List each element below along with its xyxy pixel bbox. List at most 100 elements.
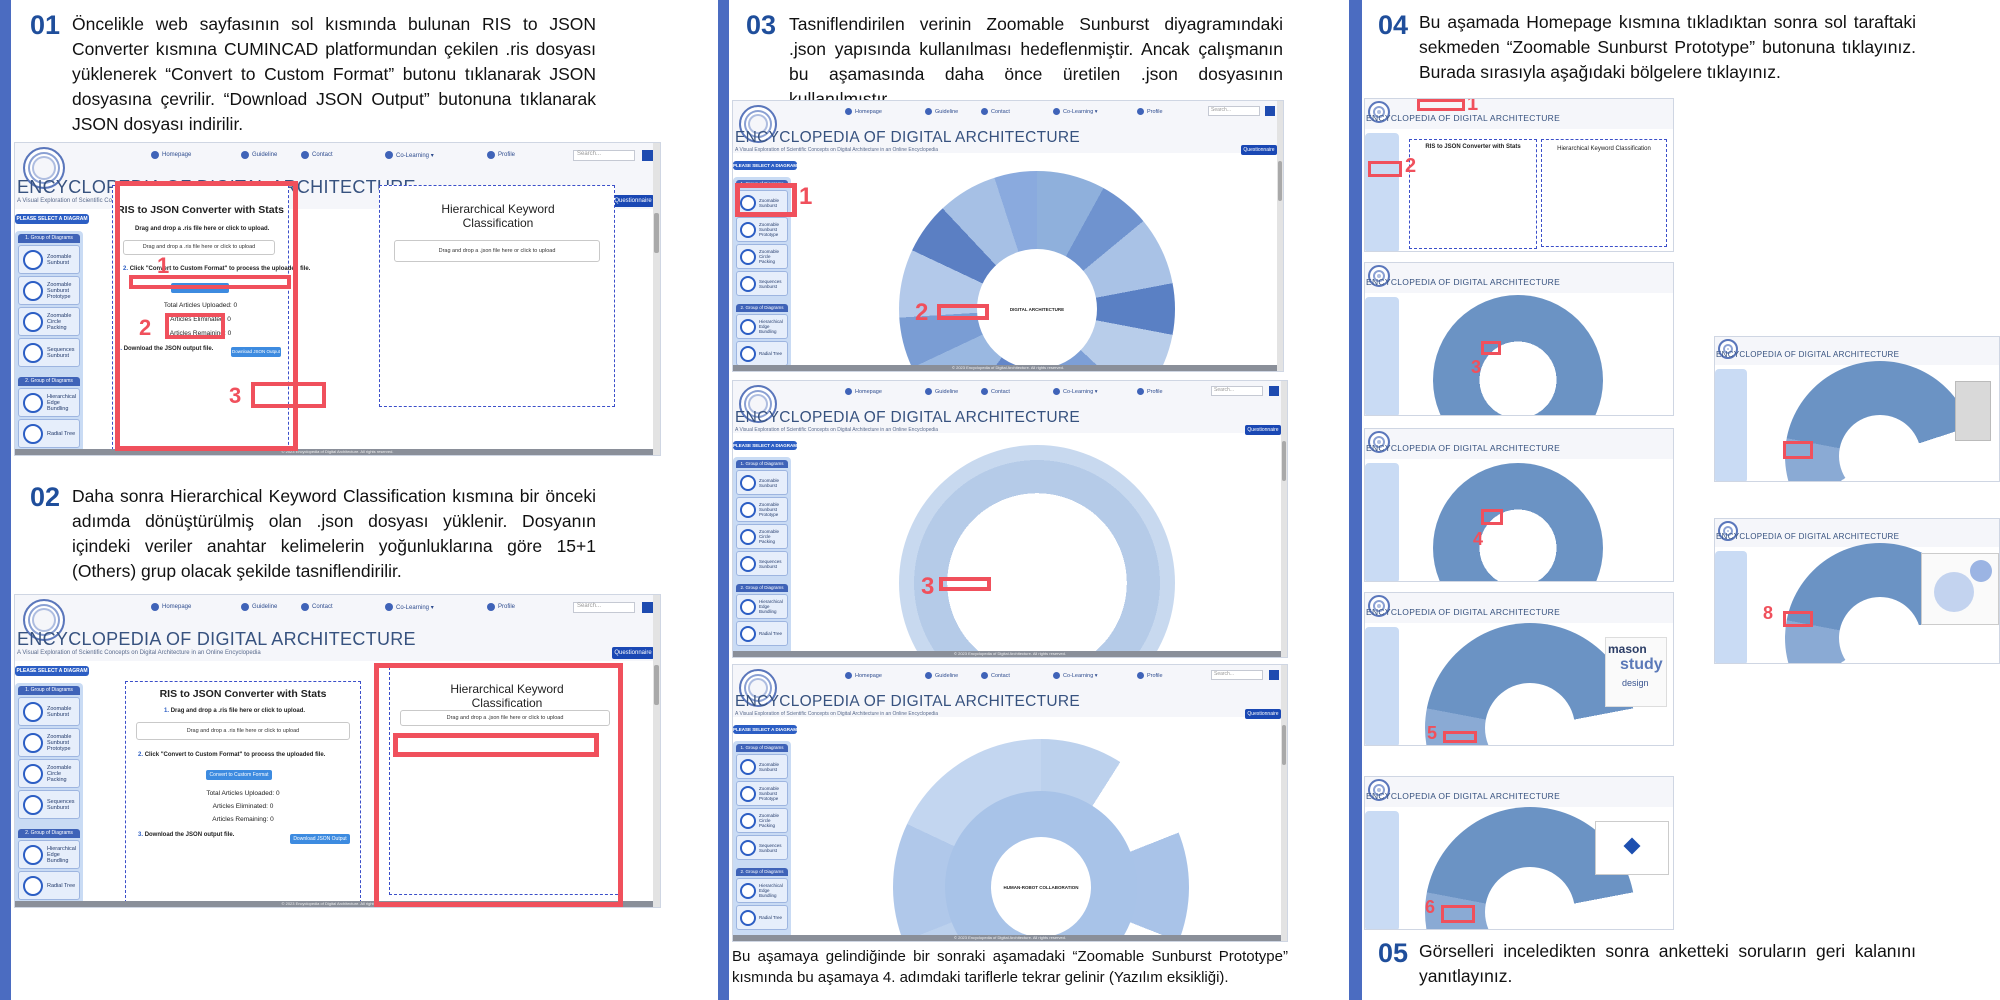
download-json-button[interactable]: Download JSON Output [290, 834, 350, 844]
nav-profile[interactable]: Profile [487, 151, 537, 159]
nav-guideline[interactable]: Guideline [241, 151, 301, 159]
sidebar-item-edge-bundling[interactable]: Hierarchical Edge Bundling [18, 388, 80, 417]
questionnaire-button[interactable]: Questionnaire [612, 195, 654, 207]
sidebar-item-circle-packing[interactable]: Zoomable Circle Packing [736, 808, 788, 833]
scrollbar[interactable] [653, 595, 660, 907]
search-button[interactable] [1269, 386, 1279, 396]
search-input[interactable]: Search... [573, 602, 635, 613]
nav-colearning[interactable]: Co-Learning ▾ [1053, 388, 1137, 395]
nav-contact[interactable]: Contact [981, 388, 1053, 395]
sunburst-chart[interactable]: HUMAN-ROBOT COLLABORATION [893, 739, 1189, 941]
sidebar-item-radial-tree[interactable]: Radial Tree [18, 419, 80, 448]
group2-heading: 2. Group of Diagrams [736, 868, 788, 876]
search-button[interactable] [642, 150, 653, 161]
sidebar-item-circle-packing[interactable]: Zoomable Circle Packing [736, 524, 788, 549]
nav-contact[interactable]: Contact [981, 108, 1053, 115]
nav-homepage[interactable]: Homepage [845, 672, 925, 679]
search-input[interactable]: Search... [573, 150, 635, 161]
sidebar-item-zoomable-sunburst[interactable]: Zoomable Sunburst [18, 697, 80, 726]
search-input[interactable]: Search... [1211, 386, 1263, 396]
sidebar-item-circle-packing[interactable]: Zoomable Circle Packing [18, 307, 80, 336]
sidebar-item-sequences-sunburst[interactable]: Sequences Sunburst [18, 790, 80, 819]
sidebar-item-sequences-sunburst[interactable]: Sequences Sunburst [736, 835, 788, 860]
sidebar-item-edge-bundling[interactable]: Hierarchical Edge Bundling [18, 840, 80, 869]
nav-guideline[interactable]: Guideline [925, 672, 981, 679]
nav-profile[interactable]: Profile [1137, 108, 1181, 115]
nav-homepage[interactable]: Homepage [151, 603, 241, 611]
questionnaire-button[interactable]: Questionnaire [1245, 425, 1281, 435]
sidebar-item-zoomable-sunburst[interactable]: Zoomable Sunburst [18, 245, 80, 274]
converter-title: RIS to JSON Converter with Stats [1425, 144, 1521, 150]
highlight-segment [1481, 341, 1501, 355]
sunburst-chart[interactable] [1433, 295, 1603, 415]
sidebar-item-zoomable-sunburst[interactable]: Zoomable Sunburst [736, 754, 788, 779]
sidebar-item-sunburst-prototype[interactable]: Zoomable Sunburst Prototype [736, 217, 788, 242]
sidebar-item-sequences-sunburst[interactable]: Sequences Sunburst [18, 338, 80, 367]
questionnaire-button[interactable]: Questionnaire [612, 647, 654, 659]
search-input[interactable]: Search... [1211, 670, 1263, 680]
sidebar-item-sequences-sunburst[interactable]: Sequences Sunburst [736, 551, 788, 576]
search-button[interactable] [1265, 106, 1275, 116]
sunburst-center[interactable] [1839, 597, 1921, 663]
nav-colearning[interactable]: Co-Learning ▾ [385, 603, 487, 611]
nav-contact[interactable]: Contact [301, 151, 385, 159]
sunburst-chart[interactable] [1433, 463, 1603, 581]
sidebar-item-circle-packing[interactable]: Zoomable Circle Packing [18, 759, 80, 788]
nav-contact[interactable]: Contact [301, 603, 385, 611]
questionnaire-button[interactable]: Questionnaire [1241, 145, 1277, 155]
scrollbar[interactable] [1281, 381, 1287, 657]
sunburst-center[interactable] [1839, 415, 1921, 481]
nav-guideline[interactable]: Guideline [925, 108, 981, 115]
sunburst-chart[interactable] [899, 445, 1175, 657]
sunburst-center[interactable] [979, 525, 1095, 641]
sidebar-item-sunburst-prototype[interactable]: Zoomable Sunburst Prototype [736, 497, 788, 522]
sunburst-center[interactable] [1488, 518, 1548, 578]
scrollbar[interactable] [653, 143, 660, 455]
sidebar-item-edge-bundling[interactable]: Hierarchical Edge Bundling [736, 314, 788, 339]
nav-guideline[interactable]: Guideline [241, 603, 301, 611]
sidebar-item-zoomable-sunburst[interactable]: Zoomable Sunburst [736, 470, 788, 495]
sidebar-item-sunburst-prototype[interactable]: Zoomable Sunburst Prototype [736, 781, 788, 806]
nav-guideline[interactable]: Guideline [925, 388, 981, 395]
sunburst-center[interactable]: HUMAN-ROBOT COLLABORATION [945, 791, 1137, 941]
site-brand: ENCYCLOPEDIA OF DIGITAL ARCHITECTURE [1366, 791, 1561, 801]
sunburst-center[interactable] [1488, 350, 1548, 410]
sunburst-center[interactable] [1485, 867, 1575, 929]
sidebar-item-sequences-sunburst[interactable]: Sequences Sunburst [736, 271, 788, 296]
sidebar-item-radial-tree[interactable]: Radial Tree [736, 341, 788, 366]
group1-heading: 1. Group of Diagrams [736, 744, 788, 752]
search-button[interactable] [1269, 670, 1279, 680]
sidebar-item-edge-bundling[interactable]: Hierarchical Edge Bundling [736, 878, 788, 903]
sunburst-chart[interactable] [1785, 361, 1975, 481]
nav-contact[interactable]: Contact [981, 672, 1053, 679]
nav-colearning[interactable]: Co-Learning ▾ [1053, 108, 1137, 115]
scrollbar[interactable] [1277, 101, 1283, 371]
scrollbar[interactable] [1281, 665, 1287, 941]
questionnaire-button[interactable]: Questionnaire [1245, 709, 1281, 719]
nav-homepage[interactable]: Homepage [845, 108, 925, 115]
nav-colearning[interactable]: Co-Learning ▾ [1053, 672, 1137, 679]
sunburst-chart[interactable]: DIGITAL ARCHITECTURE [899, 171, 1175, 371]
nav-homepage[interactable]: Homepage [151, 151, 241, 159]
sunburst-center[interactable]: DIGITAL ARCHITECTURE [977, 249, 1097, 369]
json-drop-zone[interactable]: Drag and drop a .json file here or click… [394, 240, 600, 262]
sidebar-item-radial-tree[interactable]: Radial Tree [736, 905, 788, 930]
ris-drop-zone[interactable]: Drag and drop a .ris file here or click … [136, 722, 350, 740]
sidebar-item-edge-bundling[interactable]: Hierarchical Edge Bundling [736, 594, 788, 619]
search-button[interactable] [642, 602, 653, 613]
sidebar-item-sunburst-prototype[interactable]: Zoomable Sunburst Prototype [18, 276, 80, 305]
nav-homepage[interactable]: Homepage [845, 388, 925, 395]
convert-button[interactable]: Convert to Custom Format [206, 770, 272, 780]
sunburst-center[interactable] [1485, 683, 1575, 745]
nav-profile[interactable]: Profile [1137, 388, 1181, 395]
search-input[interactable]: Search... [1208, 106, 1260, 116]
sidebar-item-radial-tree[interactable]: Radial Tree [18, 871, 80, 900]
sidebar [1715, 551, 1747, 663]
nav-profile[interactable]: Profile [1137, 672, 1181, 679]
sunburst-chart[interactable] [1425, 623, 1635, 745]
nav-colearning[interactable]: Co-Learning ▾ [385, 151, 487, 159]
sidebar-item-radial-tree[interactable]: Radial Tree [736, 621, 788, 646]
sidebar-item-circle-packing[interactable]: Zoomable Circle Packing [736, 244, 788, 269]
sidebar-item-sunburst-prototype[interactable]: Zoomable Sunburst Prototype [18, 728, 80, 757]
nav-profile[interactable]: Profile [487, 603, 537, 611]
